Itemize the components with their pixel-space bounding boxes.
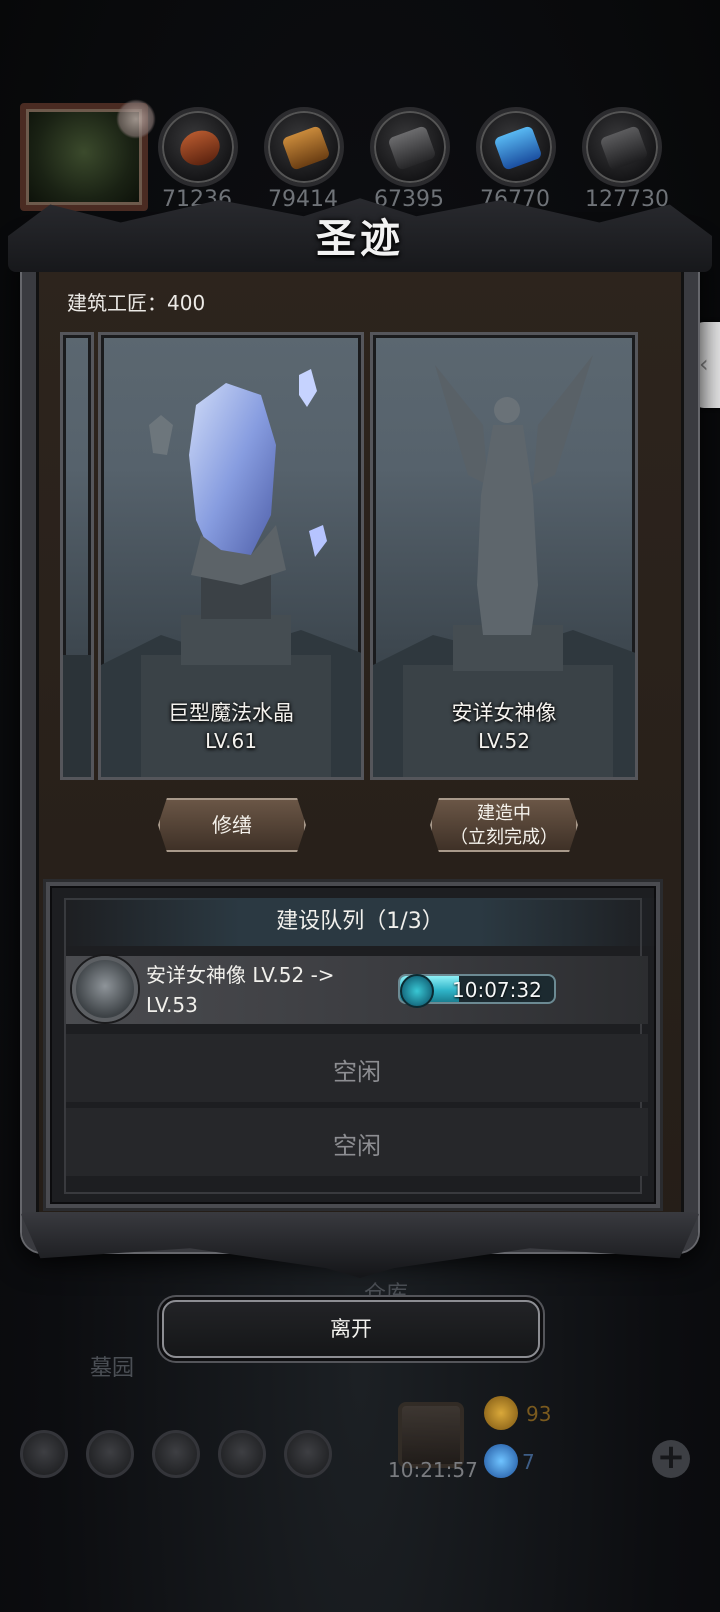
meat-icon[interactable] <box>158 107 238 187</box>
queue-slot-idle[interactable]: 空闲 <box>66 1034 648 1102</box>
wood-icon[interactable] <box>264 107 344 187</box>
repair-button[interactable]: 修缮 <box>158 798 306 852</box>
stone-icon[interactable] <box>582 107 662 187</box>
cemetery-label: 墓园 <box>90 1356 135 1381</box>
add-currency-button[interactable]: + <box>652 1440 690 1478</box>
idle-label: 空闲 <box>333 1058 381 1086</box>
queue-slot-active[interactable]: 安详女神像 LV.52 -> LV.53 10:07:32 <box>66 956 648 1024</box>
mail-icon[interactable] <box>218 1430 266 1478</box>
panel-title: 圣迹 <box>316 215 404 262</box>
monument-card-statue[interactable]: 安详女神像 LV.52 <box>370 332 638 780</box>
clock-icon <box>400 974 434 1008</box>
gift-timer: 10:21:57 <box>388 1458 478 1482</box>
gold-value: 93 <box>526 1402 552 1426</box>
hero-icon[interactable] <box>86 1430 134 1478</box>
finish-now-label: （立刻完成） <box>450 827 558 848</box>
queue-item-text: 安详女神像 LV.52 -> LV.53 <box>146 963 335 1017</box>
shop-icon[interactable] <box>152 1430 200 1478</box>
statue-icon <box>72 956 138 1022</box>
building-status-label: 建造中 <box>477 803 531 824</box>
craftsman-count: 建筑工匠：400 <box>67 291 206 315</box>
gem-icon <box>484 1444 518 1478</box>
gold-coin-icon <box>484 1396 518 1430</box>
card-level: LV.61 <box>205 729 257 753</box>
card-name: 巨型魔法水晶 <box>168 701 294 725</box>
build-time-remaining: 10:07:32 <box>452 978 542 1002</box>
gem-value: 7 <box>522 1450 535 1474</box>
chevron-left-icon: ‹ <box>699 350 709 378</box>
building-finish-now-button[interactable]: 建造中 （立刻完成） <box>430 798 578 852</box>
map-icon[interactable] <box>284 1430 332 1478</box>
settings-icon[interactable] <box>20 1430 68 1478</box>
monument-card-crystal[interactable]: 巨型魔法水晶 LV.61 <box>98 332 364 780</box>
crystal-icon[interactable] <box>476 107 556 187</box>
idle-label: 空闲 <box>333 1132 381 1160</box>
card-name: 安详女神像 <box>451 701 557 725</box>
card-partial-left[interactable] <box>60 332 94 780</box>
leave-button[interactable]: 离开 <box>162 1300 540 1358</box>
build-queue-header: 建设队列（1/3） <box>60 898 660 946</box>
queue-slot-idle[interactable]: 空闲 <box>66 1108 648 1176</box>
player-avatar[interactable] <box>20 99 156 211</box>
iron-icon[interactable] <box>370 107 450 187</box>
card-level: LV.52 <box>478 729 530 753</box>
